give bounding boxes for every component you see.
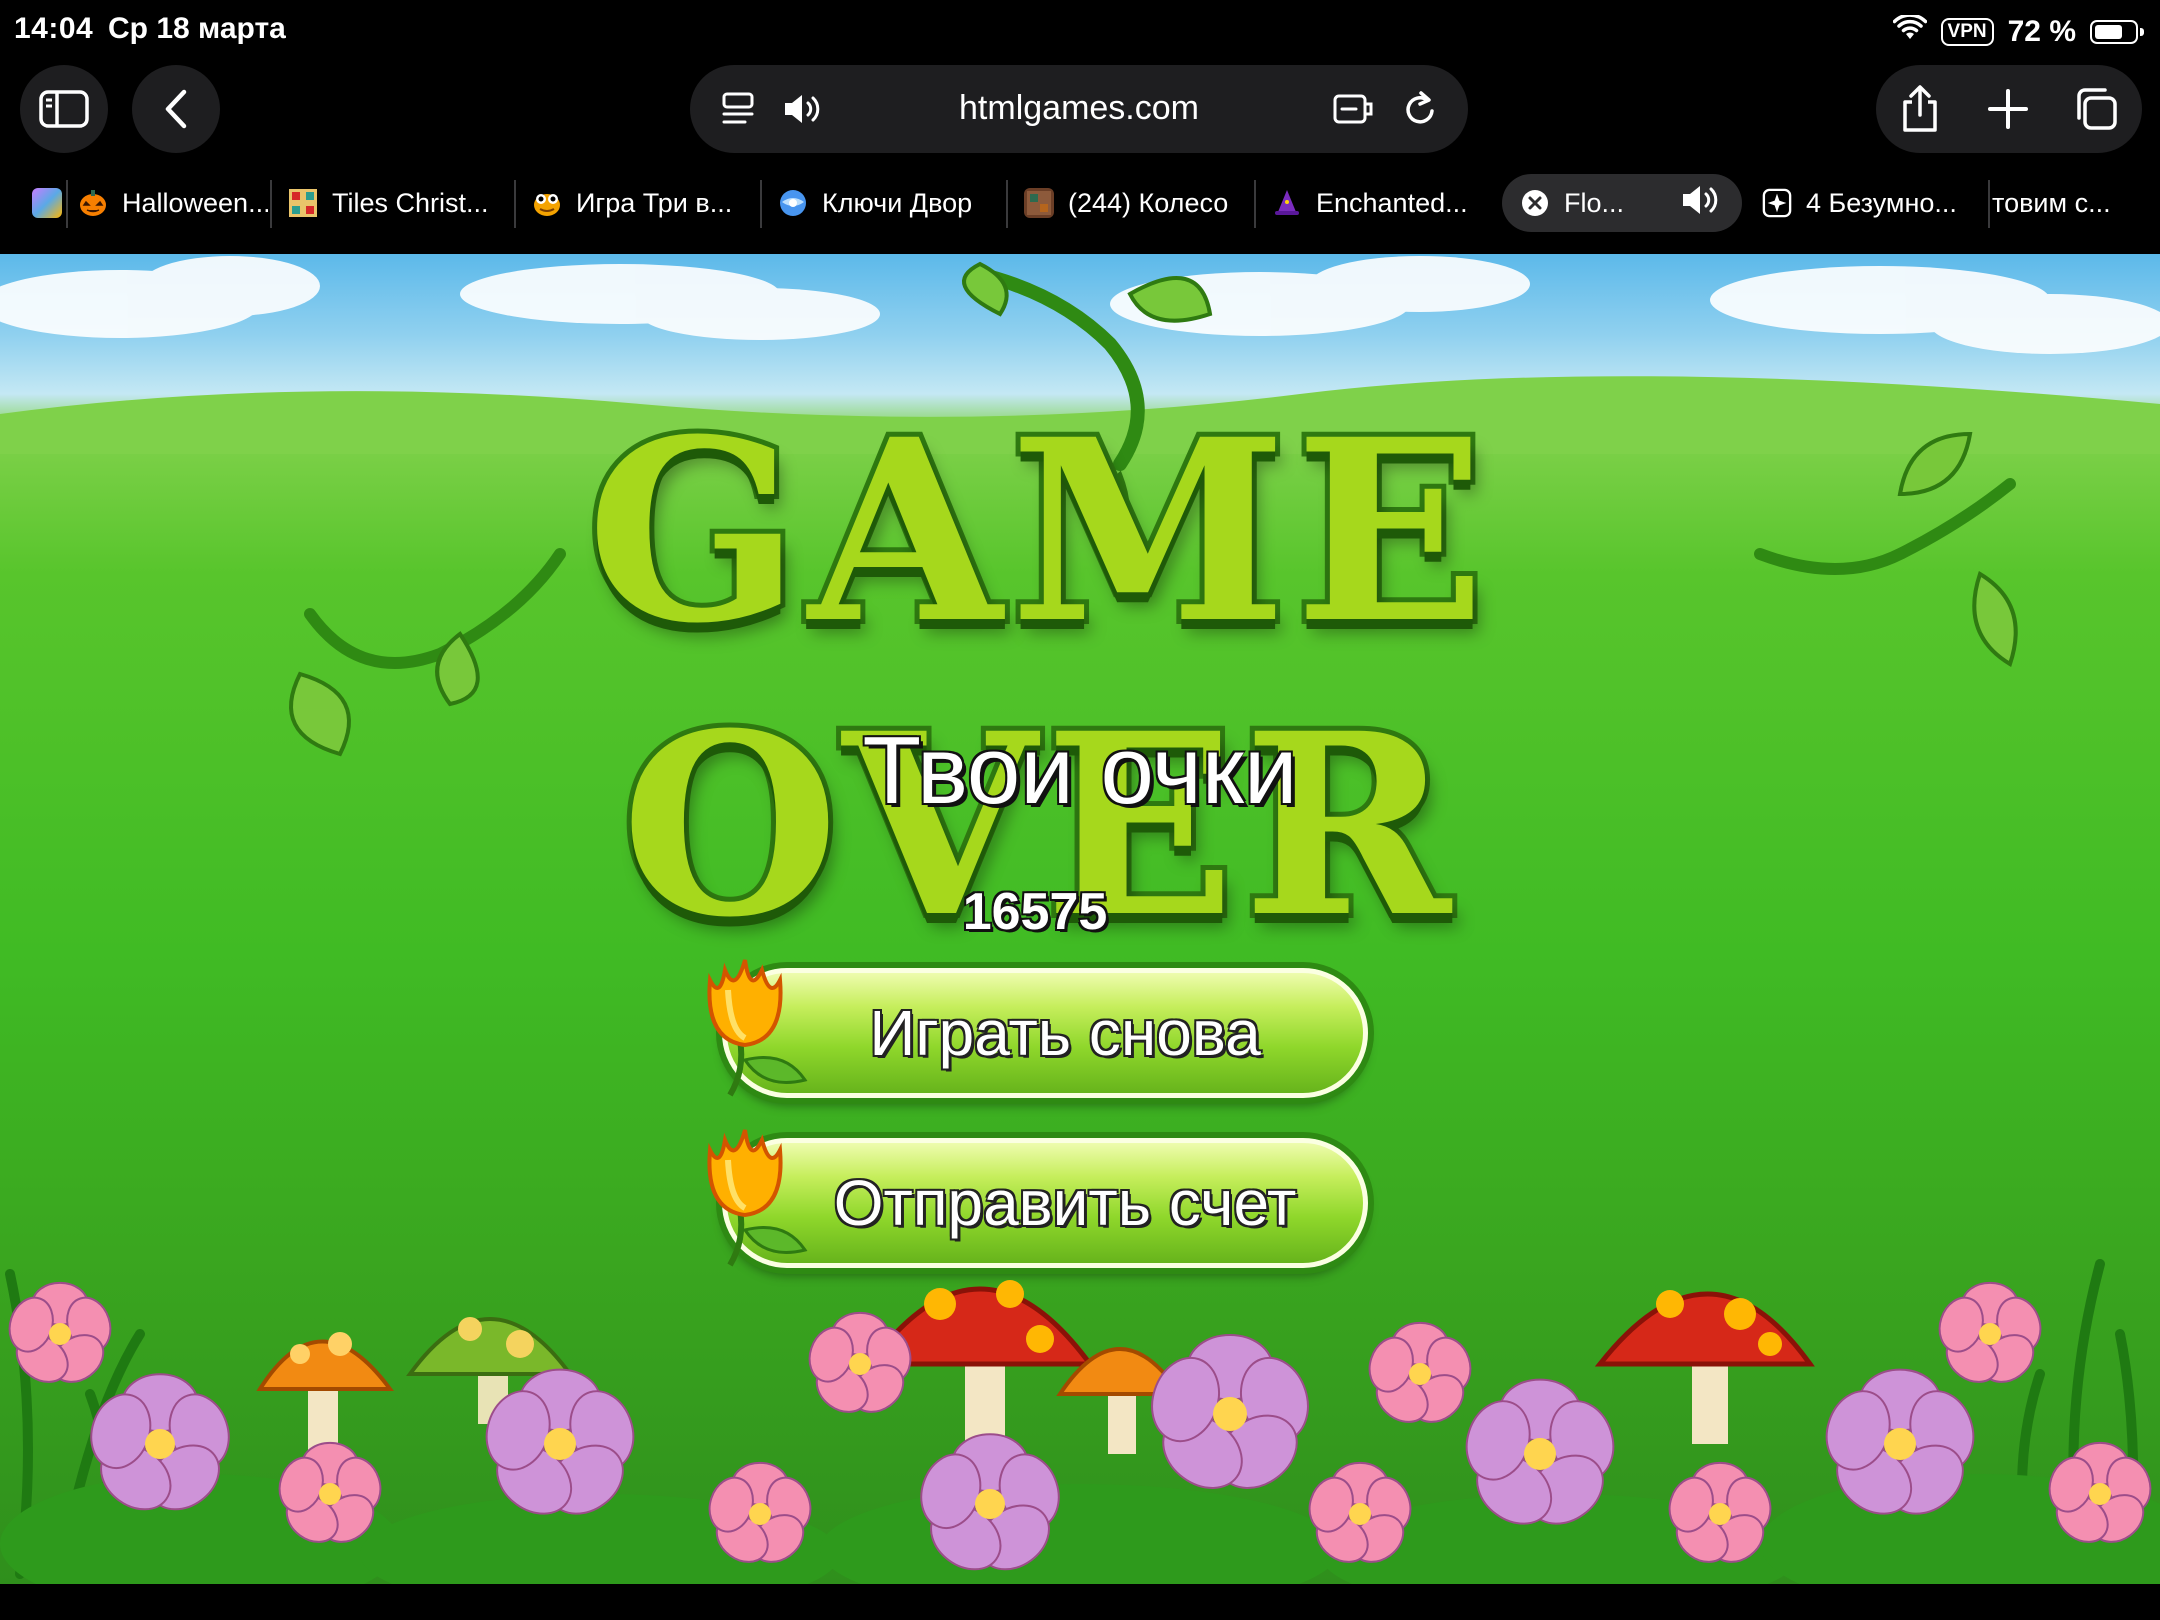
tab-item[interactable]: Enchanted... (1272, 174, 1472, 232)
globe-favicon (778, 188, 808, 218)
tab-item[interactable]: Halloween... (78, 174, 268, 232)
sparkle-favicon (1762, 188, 1792, 218)
score-value: 16575 (962, 883, 1108, 941)
sidebar-button[interactable] (20, 65, 108, 153)
tab-label: Enchanted... (1316, 187, 1468, 218)
tab-label: Ключи Двор (822, 187, 973, 218)
score-label: Твои очки (862, 717, 1298, 824)
sidebar-icon (39, 90, 89, 128)
tab-item[interactable]: Ключи Двор (778, 174, 998, 232)
reader-extension-icon[interactable] (1332, 87, 1376, 131)
tab-item[interactable]: Игра Три в... (532, 174, 746, 232)
tab-speaker-icon[interactable] (1680, 183, 1724, 224)
tab-item[interactable]: (244) Колесо (1024, 174, 1250, 232)
tab-label: Tiles Christ... (332, 187, 489, 218)
browser-toolbar: htmlgames.com (0, 62, 2160, 162)
back-button[interactable] (132, 65, 220, 153)
tab-label: 4 Безумно... (1806, 187, 1957, 218)
close-icon[interactable] (1520, 188, 1550, 218)
tulip-icon (707, 959, 808, 1097)
plus-icon (1988, 89, 2028, 129)
toolbar-actions (1876, 65, 2142, 153)
tab-label: Игра Три в... (576, 187, 733, 218)
bottom-bar (0, 1584, 2160, 1620)
status-time: 14:04 (14, 12, 94, 45)
status-bar: 14:04 Ср 18 марта VPN 72 % (0, 0, 2160, 62)
frog-favicon (532, 188, 562, 218)
flower-decoration (1368, 1321, 1472, 1423)
tabs-icon (2077, 88, 2117, 130)
share-icon (1903, 85, 1937, 132)
new-tab-button[interactable] (1984, 85, 2032, 133)
wheel-favicon (1024, 188, 1054, 218)
tab-strip: Halloween... Tiles Christ... Игра Три в.… (0, 166, 2160, 254)
wizard-hat-favicon (1272, 188, 1302, 218)
chevron-left-icon (165, 89, 187, 129)
battery-percent: 72 % (2007, 15, 2076, 48)
battery-icon (2090, 20, 2144, 44)
tab-label: Flo... (1564, 187, 1625, 218)
address-bar[interactable]: htmlgames.com (690, 65, 1468, 153)
tab-label: товим с... (1992, 187, 2111, 218)
tab-item[interactable]: 4 Безумно... (1762, 174, 1970, 232)
play-again-label: Играть снова (869, 997, 1261, 1069)
tab-item[interactable]: Tiles Christ... (288, 174, 502, 232)
game-favicon (32, 188, 62, 218)
tiles-favicon (288, 188, 318, 218)
flower-meadow-decoration (0, 1259, 2160, 1584)
wifi-icon (1892, 13, 1927, 49)
status-indicators: VPN 72 % (1892, 12, 2144, 52)
tab-label: Halloween... (122, 187, 268, 218)
flower-decoration (1938, 1281, 2042, 1383)
reload-icon[interactable] (1398, 87, 1442, 131)
tab-item[interactable]: товим с... (1992, 174, 2142, 232)
tab-item-active[interactable]: Flo... (1502, 174, 1742, 232)
tab-item[interactable] (32, 174, 62, 232)
game-canvas[interactable]: GAME OVER Твои очки 16575 Играть снова О… (0, 254, 2160, 1584)
vpn-badge: VPN (1940, 18, 1994, 46)
pumpkin-favicon (78, 188, 108, 218)
status-date: Ср 18 марта (108, 12, 286, 45)
tab-label: (244) Колесо (1068, 187, 1229, 218)
share-button[interactable] (1896, 85, 1944, 133)
play-again-button[interactable]: Играть снова (722, 968, 1368, 1098)
tabs-overview-button[interactable] (2072, 85, 2120, 133)
flower-decoration (1151, 1333, 1309, 1489)
